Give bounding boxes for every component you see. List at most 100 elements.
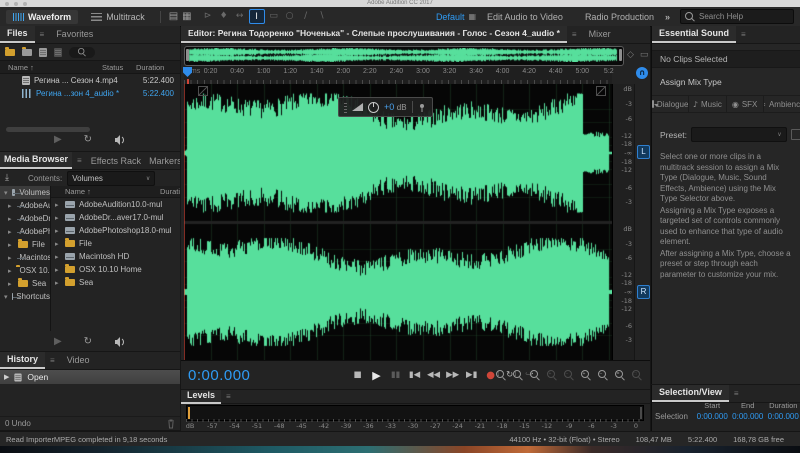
tab-markers[interactable]: Markers: [145, 154, 180, 168]
hud-grip-icon[interactable]: [344, 101, 347, 113]
preview-speaker-icon[interactable]: [114, 336, 126, 347]
channel-right-button[interactable]: R: [637, 285, 650, 299]
mix-type-ambience-button[interactable]: ≈Ambience: [764, 96, 800, 112]
overview-minimap[interactable]: [184, 46, 624, 66]
preview-play-icon[interactable]: ▶: [54, 134, 62, 145]
zoom-amplitude-out-icon[interactable]: −: [564, 370, 574, 380]
tab-history[interactable]: History: [0, 352, 46, 369]
clip-corner-icon[interactable]: [596, 86, 606, 96]
slip-tool[interactable]: ↔: [233, 9, 247, 22]
selection-duration-value[interactable]: 0:00.000: [765, 412, 800, 421]
column-duration[interactable]: Duration: [160, 187, 180, 196]
navigator-icon[interactable]: ∩: [636, 67, 648, 79]
skip-to-end-button[interactable]: ▶▮: [465, 370, 478, 380]
pause-button[interactable]: ▮▮: [389, 370, 402, 380]
search-help-input[interactable]: Search Help: [680, 9, 794, 24]
file-row[interactable]: Регина ... Сезон 4.mp4 5:22.400: [0, 74, 180, 87]
import-file-icon[interactable]: [22, 46, 32, 56]
fast-forward-button[interactable]: ▶▶: [446, 370, 459, 380]
zoom-amplitude-in-icon[interactable]: +: [547, 370, 557, 380]
move-tool[interactable]: ⊳: [201, 9, 215, 22]
file-row[interactable]: Регина ...зон 4_audio * 5:22.400: [0, 87, 180, 100]
play-button[interactable]: ▶: [370, 369, 383, 382]
panel-menu-icon[interactable]: ≡: [40, 30, 45, 39]
gain-hud[interactable]: +0 dB: [338, 97, 433, 117]
mix-type-music-button[interactable]: ♪ Music: [689, 96, 727, 112]
selection-start-value[interactable]: 0:00.000: [694, 412, 730, 421]
preset-dropdown[interactable]: ∨: [690, 127, 787, 142]
tree-root-shortcuts[interactable]: ▾ Shortcuts: [0, 290, 50, 303]
import-icon[interactable]: ⤓: [5, 173, 9, 183]
preview-play-icon[interactable]: ▶: [54, 336, 62, 347]
tab-favorites[interactable]: Favorites: [49, 27, 100, 42]
media-list-item[interactable]: ▸ Macintosh HD: [51, 250, 180, 263]
tree-item[interactable]: ▸AdobeAudition10.0-mul: [0, 199, 50, 212]
tab-essential-sound[interactable]: Essential Sound: [652, 26, 737, 43]
zoom-in-at-out-point-icon[interactable]: ]: [513, 370, 523, 380]
panel-menu-icon[interactable]: ≡: [226, 392, 231, 401]
workspace-grid-icon[interactable]: ▦: [468, 12, 476, 21]
razor-tool[interactable]: ♦: [217, 9, 231, 22]
zoom-in-time-icon[interactable]: +: [581, 370, 591, 380]
skip-to-start-button[interactable]: ▮◀: [408, 370, 421, 380]
media-list-item[interactable]: ▸ AdobeDr...aver17.0-mul: [51, 211, 180, 224]
timeline-ruler[interactable]: hms 0:20 0:40 1:00 1:20 1:40 2:00 2:20 2:40 3:00…: [183, 66, 614, 85]
tree-item[interactable]: ▸OSX 10.10 Home: [0, 264, 50, 277]
tab-files[interactable]: Files: [0, 26, 35, 43]
panel-menu-icon[interactable]: ≡: [741, 30, 746, 39]
tree-item[interactable]: ▸ Sea: [0, 277, 50, 290]
playhead-marker[interactable]: [183, 67, 192, 77]
media-list-item[interactable]: ▸ AdobePhotoshop18.0-mul: [51, 224, 180, 237]
panel-menu-icon[interactable]: ≡: [572, 30, 577, 39]
tab-selection-view[interactable]: Selection/View: [652, 385, 729, 402]
mix-type-dialogue-button[interactable]: Dialogue: [652, 96, 690, 112]
zoom-out-time-icon[interactable]: −: [598, 370, 608, 380]
time-display[interactable]: 0:00.000: [188, 367, 250, 384]
tab-effects-rack[interactable]: Effects Rack: [87, 154, 145, 168]
column-name[interactable]: Name ↑: [51, 187, 160, 196]
workspace-edit-audio-to-video[interactable]: Edit Audio to Video: [487, 12, 563, 22]
contents-dropdown[interactable]: Volumes ∨: [67, 170, 156, 186]
tree-item[interactable]: ▸ File: [0, 238, 50, 251]
zoom-to-selection-icon[interactable]: ▪: [530, 370, 540, 380]
spot-healing-tool[interactable]: ∖: [315, 9, 329, 22]
channel-left-button[interactable]: L: [637, 145, 650, 159]
waveform-mode-button[interactable]: Waveform: [6, 9, 79, 24]
workspace-default-button[interactable]: Default: [436, 12, 465, 22]
minimap-left-handle[interactable]: [186, 49, 189, 61]
tab-mixer[interactable]: Mixer: [582, 27, 618, 42]
tree-item[interactable]: ▸AdobeDr...aver17.0-mul: [0, 212, 50, 225]
gain-knob-icon[interactable]: [368, 101, 379, 113]
zoom-in-at-in-point-icon[interactable]: [: [496, 370, 506, 380]
files-search-field[interactable]: [69, 46, 95, 58]
panel-menu-icon[interactable]: ≡: [50, 356, 55, 365]
zoom-out-full-icon[interactable]: =: [615, 370, 625, 380]
new-file-icon[interactable]: [39, 47, 47, 57]
zoom-reset-icon[interactable]: □: [632, 370, 642, 380]
media-list-item[interactable]: ▸ Sea: [51, 276, 180, 289]
open-file-icon[interactable]: [5, 46, 15, 56]
extract-audio-icon[interactable]: [54, 47, 62, 57]
spectral-view-icon[interactable]: ▦: [182, 11, 191, 22]
tab-media-browser[interactable]: Media Browser: [0, 152, 73, 169]
panel-menu-icon[interactable]: ≡: [734, 389, 739, 398]
pin-icon[interactable]: [418, 103, 427, 112]
mix-type-sfx-button[interactable]: ◉ SFX: [727, 96, 764, 112]
stop-button[interactable]: ■: [351, 370, 364, 380]
gain-value[interactable]: +0: [384, 102, 394, 112]
marquee-selection-tool[interactable]: ▭: [267, 9, 281, 22]
history-item-open[interactable]: ▶ Open: [0, 370, 180, 384]
workspace-overflow-chevron[interactable]: »: [665, 12, 670, 22]
time-selection-tool[interactable]: I: [248, 9, 265, 24]
tab-levels[interactable]: Levels: [181, 390, 222, 404]
media-list-item[interactable]: ▸ File: [51, 237, 180, 250]
lasso-selection-tool[interactable]: ○: [283, 9, 297, 22]
zoom-out-full-icon[interactable]: ◇: [627, 50, 634, 60]
waveform-view-icon[interactable]: ▤: [169, 11, 178, 22]
trash-icon[interactable]: [167, 419, 175, 429]
preview-loop-icon[interactable]: ↻: [84, 134, 92, 145]
column-name[interactable]: Name ↑: [0, 63, 102, 72]
selection-end-value[interactable]: 0:00.000: [730, 412, 766, 421]
column-duration[interactable]: Duration: [136, 63, 180, 72]
preview-speaker-icon[interactable]: [114, 134, 126, 145]
